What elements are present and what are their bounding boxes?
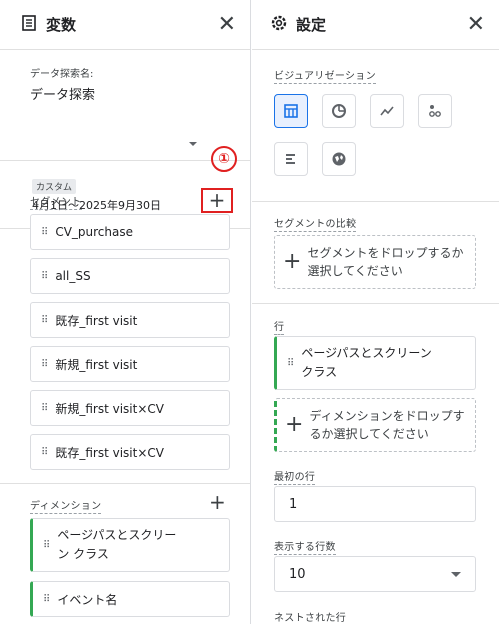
add-dimension-button[interactable]: + xyxy=(209,490,226,514)
drag-handle-icon[interactable]: ⠿ xyxy=(41,315,48,326)
show-rows-select[interactable]: 10 xyxy=(274,556,476,592)
dimension-item[interactable]: ⠿ ページパスとスクリーン クラス xyxy=(30,518,230,572)
segment-item[interactable]: ⠿ CV_purchase xyxy=(30,214,230,250)
table-icon[interactable] xyxy=(274,94,308,128)
gear-icon xyxy=(270,14,288,36)
show-rows-label: 表示する行数 xyxy=(274,538,336,555)
drag-handle-icon[interactable]: ⠿ xyxy=(287,358,294,369)
visualization-label: ビジュアリゼーション xyxy=(274,67,376,84)
segment-item[interactable]: ⠿ 既存_first visit xyxy=(30,302,230,338)
date-chip: カスタム xyxy=(32,179,77,194)
drag-handle-icon[interactable]: ⠿ xyxy=(41,359,48,370)
settings-title: 設定 xyxy=(296,16,327,34)
dimension-item[interactable]: ⠿ イベント名 xyxy=(30,581,230,617)
dimension-dropzone[interactable]: + ディメンションをドロップするか選択してください xyxy=(274,398,476,452)
segment-item[interactable]: ⠿ 既存_first visit×CV xyxy=(30,434,230,470)
segment-item[interactable]: ⠿ 新規_first visit×CV xyxy=(30,390,230,426)
scatter-icon[interactable] xyxy=(418,94,452,128)
exploration-name-value[interactable]: データ探索 xyxy=(30,84,250,103)
rows-label: 行 xyxy=(274,318,285,335)
exploration-name-label: データ探索名: xyxy=(30,69,94,80)
plus-icon: + xyxy=(283,249,302,274)
exploration-name-section: データ探索名: データ探索 xyxy=(0,50,250,161)
add-segment-button[interactable]: + xyxy=(201,188,233,213)
segment-compare-dropzone[interactable]: + セグメントをドロップするか選択してください xyxy=(274,235,476,289)
drag-handle-icon[interactable]: ⠿ xyxy=(41,227,48,238)
chevron-down-icon xyxy=(451,572,461,577)
drag-handle-icon[interactable]: ⠿ xyxy=(41,447,48,458)
plus-icon: + xyxy=(285,412,304,437)
drag-handle-icon[interactable]: ⠿ xyxy=(41,403,48,414)
close-icon[interactable]: ✕ xyxy=(467,13,485,36)
globe-icon[interactable] xyxy=(322,142,356,176)
segments-label: セグメント xyxy=(30,193,82,210)
segment-item[interactable]: ⠿ all_SS xyxy=(30,258,230,294)
donut-icon[interactable] xyxy=(322,94,356,128)
row-item[interactable]: ⠿ ページパスとスクリーン クラス xyxy=(274,336,476,390)
variables-header: 変数 ✕ xyxy=(0,0,250,50)
drag-handle-icon[interactable]: ⠿ xyxy=(43,594,50,605)
divider xyxy=(0,483,250,484)
variables-panel: 変数 ✕ データ探索名: データ探索 カスタム 4月1日～2025年9月30日 … xyxy=(0,0,251,624)
first-row-label: 最初の行 xyxy=(274,468,316,485)
dimensions-label: ディメンション xyxy=(30,497,102,514)
settings-panel: 設定 ✕ ビジュアリゼーション セグメントの比較 + セグメントをドロップするか… xyxy=(252,0,499,624)
divider xyxy=(252,303,499,304)
segment-compare-label: セグメントの比較 xyxy=(274,215,357,232)
chevron-down-icon[interactable] xyxy=(189,142,197,146)
first-row-input[interactable]: 1 xyxy=(274,486,476,522)
bar-icon[interactable] xyxy=(274,142,308,176)
close-icon[interactable]: ✕ xyxy=(218,13,236,36)
variables-icon xyxy=(20,14,38,36)
segment-item[interactable]: ⠿ 新規_first visit xyxy=(30,346,230,382)
settings-header: 設定 ✕ xyxy=(252,0,499,50)
nested-rows-label: ネストされた行 xyxy=(274,609,346,624)
annotation-marker: ① xyxy=(211,146,237,172)
visualization-section: ビジュアリゼーション xyxy=(252,50,499,202)
drag-handle-icon[interactable]: ⠿ xyxy=(43,540,50,551)
variables-title: 変数 xyxy=(46,16,77,34)
line-chart-icon[interactable] xyxy=(370,94,404,128)
drag-handle-icon[interactable]: ⠿ xyxy=(41,271,48,282)
